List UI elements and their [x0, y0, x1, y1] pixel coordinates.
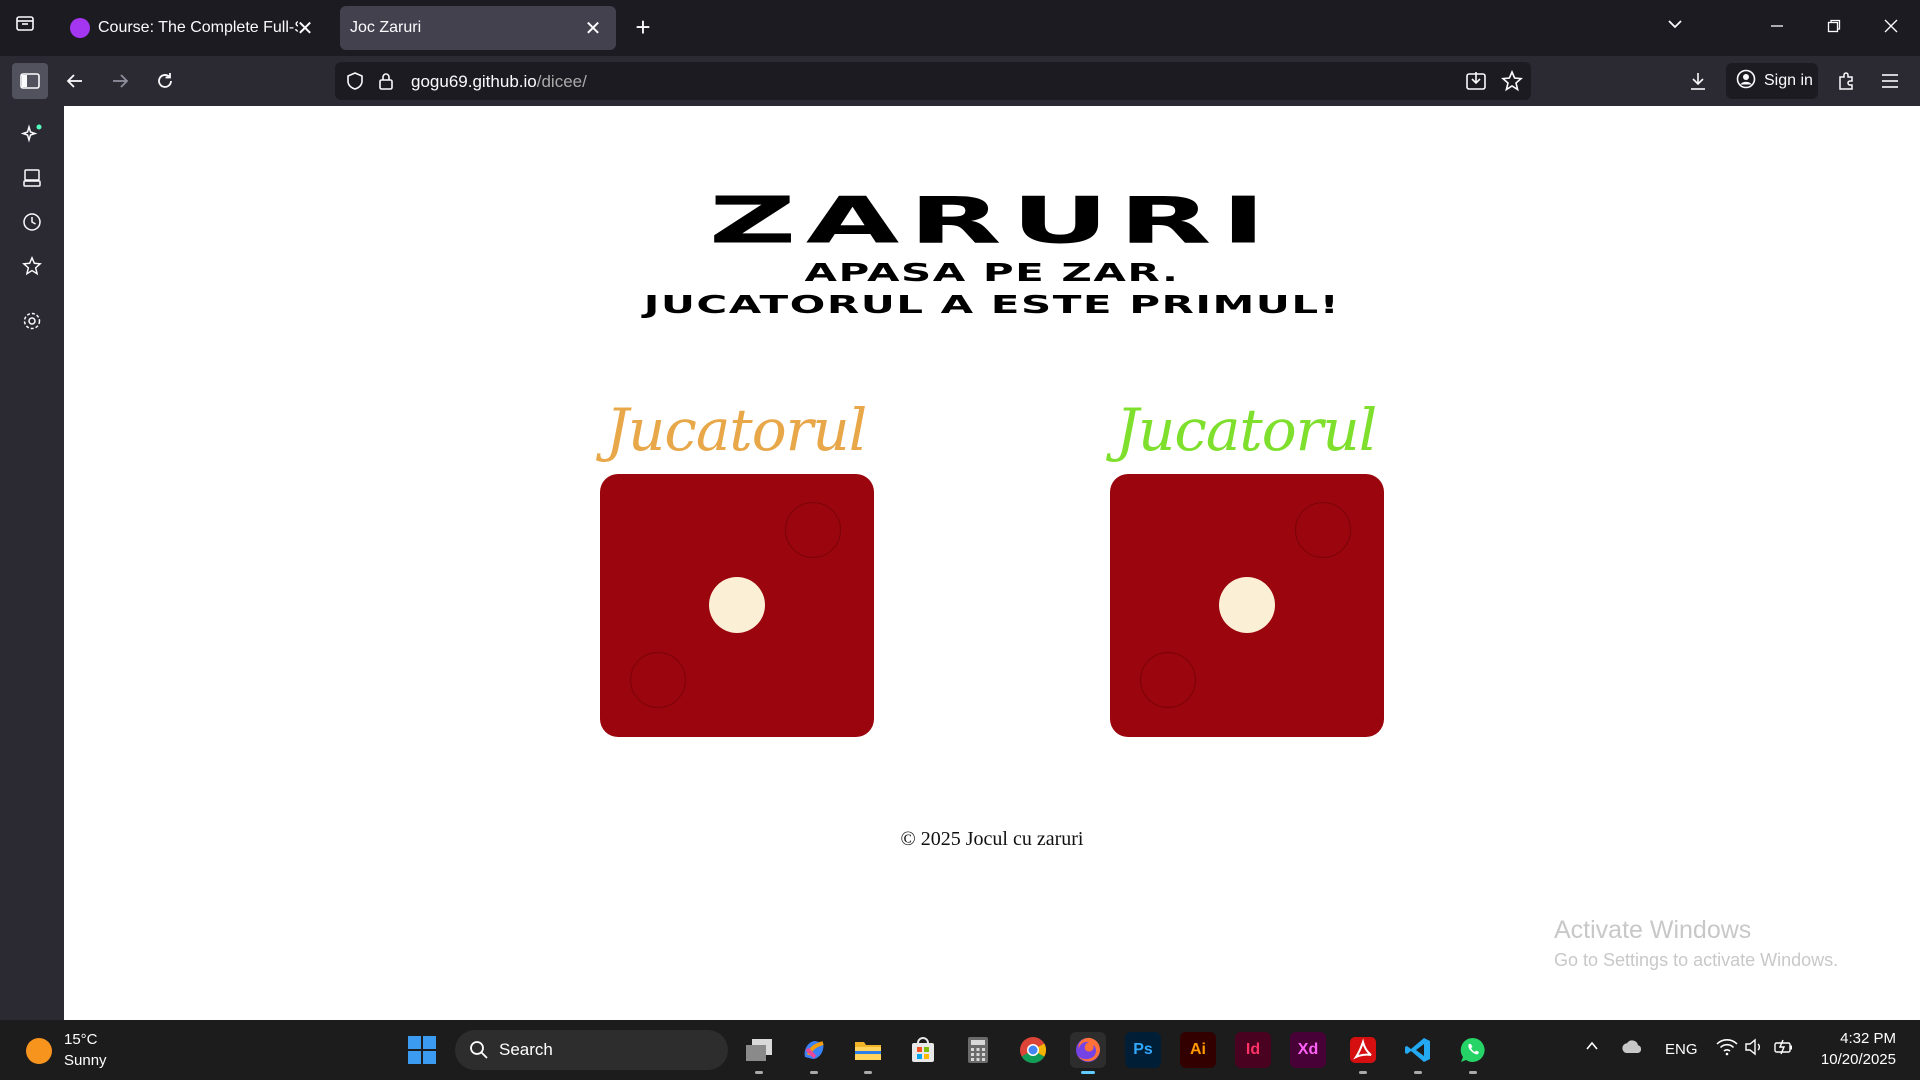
new-tab-plus-icon[interactable]: +: [628, 12, 658, 42]
minimize-icon[interactable]: [1762, 12, 1792, 42]
die-pip-hidden: [1140, 652, 1196, 708]
url-path: /dicee/: [536, 72, 587, 91]
url-text[interactable]: gogu69.github.io/dicee/: [411, 72, 587, 92]
file-explorer-icon[interactable]: [850, 1032, 886, 1074]
whatsapp-icon[interactable]: [1455, 1032, 1491, 1074]
save-to-pocket-icon[interactable]: [1465, 71, 1487, 96]
close-tab-icon[interactable]: ✕: [294, 16, 316, 41]
browser-tab-bar: Course: The Complete Full-Stac ✕ Joc Zar…: [0, 0, 1920, 56]
acrobat-icon[interactable]: [1345, 1032, 1381, 1074]
windows-taskbar: 15°C Sunny Search Ps Ai Id Xd ENG 4:32 P…: [0, 1020, 1920, 1080]
die-pip-hidden: [785, 502, 841, 558]
sidebar-toggle-icon[interactable]: [12, 63, 48, 99]
ai-chatbot-sparkle-icon[interactable]: [14, 116, 50, 152]
photoshop-icon[interactable]: Ps: [1125, 1032, 1161, 1068]
indesign-icon[interactable]: Id: [1235, 1032, 1271, 1068]
illustrator-icon[interactable]: Ai: [1180, 1032, 1216, 1068]
web-page: ZARURI APASA PE ZAR. JUCATORUL A ESTE PR…: [64, 106, 1920, 1020]
wifi-icon[interactable]: [1716, 1038, 1738, 1061]
page-footer: © 2025 Jocul cu zaruri: [900, 828, 1084, 850]
tab-overview-icon[interactable]: [10, 12, 40, 42]
url-host: gogu69.github.io: [411, 72, 537, 91]
chrome-icon[interactable]: [1015, 1032, 1051, 1068]
copilot-icon[interactable]: [796, 1032, 832, 1074]
die-pip-hidden: [1295, 502, 1351, 558]
weather-description[interactable]: Sunny: [64, 1052, 107, 1069]
firefox-icon[interactable]: [1070, 1032, 1106, 1074]
calculator-icon[interactable]: [960, 1032, 996, 1068]
clock-time[interactable]: 4:32 PM: [1812, 1030, 1896, 1047]
indesign-label: Id: [1245, 1041, 1261, 1058]
restore-icon[interactable]: [1819, 12, 1849, 42]
tab-course[interactable]: Course: The Complete Full-Stac ✕: [62, 6, 328, 50]
tab-title: Joc Zaruri: [350, 19, 422, 36]
extensions-puzzle-icon[interactable]: [1828, 63, 1864, 99]
sun-weather-icon[interactable]: [26, 1038, 52, 1064]
microsoft-store-icon[interactable]: [905, 1032, 941, 1068]
die-pip: [1219, 577, 1275, 633]
clock-date[interactable]: 10/20/2025: [1812, 1051, 1896, 1068]
search-placeholder: Search: [499, 1040, 553, 1059]
show-hidden-icons-chevron-icon[interactable]: [1584, 1038, 1600, 1059]
page-title: ZARURI: [708, 184, 1276, 258]
forward-arrow-icon[interactable]: [102, 63, 138, 99]
bookmark-star-icon[interactable]: [1501, 69, 1523, 97]
search-icon: [469, 1040, 489, 1065]
taskbar-search-box[interactable]: Search: [455, 1030, 728, 1070]
adobe-xd-icon[interactable]: Xd: [1290, 1032, 1326, 1068]
sign-in-button[interactable]: Sign in: [1726, 63, 1818, 99]
reload-icon[interactable]: [147, 63, 183, 99]
lock-icon[interactable]: [377, 71, 395, 96]
activate-windows-title: Activate Windows: [1554, 916, 1752, 944]
input-language[interactable]: ENG: [1665, 1041, 1698, 1058]
vscode-icon[interactable]: [1400, 1032, 1436, 1074]
instruction-line-1: APASA PE ZAR.: [804, 257, 1180, 288]
task-view-icon[interactable]: [741, 1032, 777, 1074]
weather-temperature[interactable]: 15°C: [64, 1031, 98, 1048]
browser-nav-bar: gogu69.github.io/dicee/ Sign in: [0, 56, 1920, 106]
app-menu-hamburger-icon[interactable]: [1872, 63, 1908, 99]
close-window-icon[interactable]: [1876, 12, 1906, 42]
start-windows-icon[interactable]: [408, 1036, 436, 1064]
udemy-favicon-icon: [70, 18, 90, 38]
sign-in-label: Sign in: [1764, 72, 1813, 89]
illustrator-label: Ai: [1190, 1041, 1206, 1058]
tracking-shield-icon[interactable]: [345, 71, 365, 96]
onedrive-cloud-icon[interactable]: [1620, 1038, 1644, 1061]
account-icon: [1736, 69, 1756, 94]
volume-speaker-icon[interactable]: [1744, 1038, 1764, 1061]
battery-charging-icon[interactable]: [1773, 1038, 1795, 1061]
instruction-line-2: JUCATORUL A ESTE PRIMUL!: [643, 289, 1341, 320]
list-all-tabs-chevron-icon[interactable]: [1660, 12, 1690, 42]
back-arrow-icon[interactable]: [57, 63, 93, 99]
tab-title: Course: The Complete Full-Stac: [98, 19, 298, 36]
tab-joc-zaruri[interactable]: Joc Zaruri ✕: [340, 6, 616, 50]
downloads-icon[interactable]: [1680, 63, 1716, 99]
activate-windows-subtitle: Go to Settings to activate Windows.: [1554, 950, 1839, 970]
player-a-die[interactable]: [600, 474, 874, 737]
player-b-die[interactable]: [1110, 474, 1384, 737]
close-tab-icon[interactable]: ✕: [582, 16, 604, 41]
adobe-xd-label: Xd: [1297, 1041, 1319, 1058]
url-bar[interactable]: gogu69.github.io/dicee/: [335, 62, 1531, 100]
die-pip: [709, 577, 765, 633]
photoshop-label: Ps: [1133, 1041, 1153, 1058]
die-pip-hidden: [630, 652, 686, 708]
